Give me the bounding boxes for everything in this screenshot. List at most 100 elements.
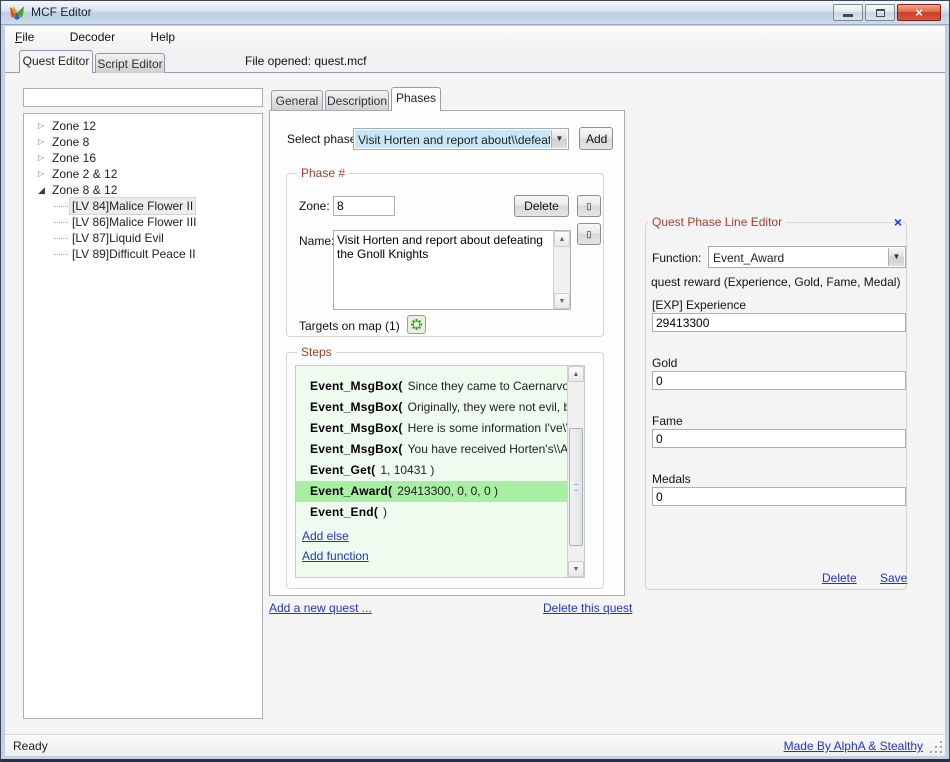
steps-list[interactable]: Event_MsgBox(Since they came to Caernarv… bbox=[295, 365, 585, 578]
scroll-up-icon[interactable]: ▲ bbox=[554, 231, 570, 247]
delete-phase-button[interactable]: Delete bbox=[514, 195, 569, 217]
tree-node-zone[interactable]: ▷ Zone 8 bbox=[24, 134, 262, 150]
minimize-button[interactable] bbox=[833, 4, 863, 21]
app-icon bbox=[9, 5, 25, 21]
fame-input[interactable] bbox=[652, 429, 906, 448]
tree-node-quest[interactable]: [LV 89]Difficult Peace II bbox=[24, 246, 262, 262]
tree-connector bbox=[54, 222, 68, 223]
maximize-button[interactable] bbox=[865, 4, 895, 21]
tree-node-quest[interactable]: [LV 86]Malice Flower III bbox=[24, 214, 262, 230]
scrollbar-thumb[interactable] bbox=[569, 428, 583, 546]
menu-file[interactable]: File bbox=[5, 26, 44, 47]
gold-input[interactable] bbox=[652, 371, 906, 390]
tab-phases[interactable]: Phases bbox=[391, 87, 441, 111]
step-row[interactable]: Event_MsgBox(Here is some information I'… bbox=[296, 418, 568, 439]
tree-node-zone[interactable]: ▷ Zone 2 & 12 bbox=[24, 166, 262, 182]
line-delete-link[interactable]: Delete bbox=[822, 571, 857, 585]
select-phase-combobox[interactable]: Visit Horten and report about\\defeating… bbox=[353, 128, 569, 150]
select-phase-label: Select phase: bbox=[287, 132, 360, 146]
expanded-arrow-icon[interactable]: ◢ bbox=[38, 182, 50, 198]
step-row[interactable]: Event_MsgBox(Originally, they were not e… bbox=[296, 397, 568, 418]
scroll-down-icon[interactable]: ▼ bbox=[554, 293, 570, 309]
medals-label: Medals bbox=[652, 472, 691, 486]
menu-help[interactable]: Help bbox=[140, 26, 185, 47]
editor-close-icon[interactable]: × bbox=[894, 215, 902, 229]
menu-bar: File Decoder Help bbox=[5, 26, 945, 48]
close-icon: × bbox=[915, 6, 923, 19]
quest-phase-line-editor: Quest Phase Line Editor × Function: Even… bbox=[645, 222, 907, 590]
tree-node-label[interactable]: [LV 86]Malice Flower III bbox=[72, 214, 197, 230]
phase-groupbox-title: Phase # bbox=[297, 166, 349, 180]
experience-input[interactable] bbox=[652, 313, 906, 332]
collapsed-arrow-icon[interactable]: ▷ bbox=[38, 134, 50, 150]
function-value[interactable]: Event_Award bbox=[710, 248, 887, 266]
line-editor-title: Quest Phase Line Editor bbox=[648, 215, 786, 229]
targets-on-map-label: Targets on map (1) bbox=[299, 319, 400, 333]
collapsed-arrow-icon[interactable]: ▷ bbox=[38, 118, 50, 134]
tree-node-label[interactable]: [LV 84]Malice Flower II bbox=[70, 198, 195, 214]
tree-node-label[interactable]: Zone 12 bbox=[52, 118, 96, 134]
resize-grip-icon[interactable] bbox=[930, 741, 942, 753]
tree-node-zone[interactable]: ▷ Zone 16 bbox=[24, 150, 262, 166]
close-button[interactable]: × bbox=[897, 4, 941, 21]
tree-node-quest[interactable]: [LV 84]Malice Flower II bbox=[24, 198, 262, 214]
window-title: MCF Editor bbox=[31, 5, 92, 19]
tab-quest-editor[interactable]: Quest Editor bbox=[19, 50, 93, 73]
tree-node-label[interactable]: Zone 8 & 12 bbox=[52, 182, 117, 198]
phases-panel: Select phase: Visit Horten and report ab… bbox=[269, 110, 625, 596]
tab-general[interactable]: General bbox=[271, 90, 323, 111]
app-window: MCF Editor × File Decoder Help Quest Edi… bbox=[0, 0, 950, 762]
add-function-link[interactable]: Add function bbox=[302, 549, 369, 563]
tab-description[interactable]: Description bbox=[325, 90, 389, 111]
steps-groupbox-title: Steps bbox=[297, 345, 336, 359]
select-phase-value[interactable]: Visit Horten and report about\\defeating bbox=[355, 130, 550, 148]
step-row[interactable]: Event_Get(1, 10431 ) bbox=[296, 460, 568, 481]
function-combobox[interactable]: Event_Award ▼ bbox=[708, 246, 906, 268]
tree-connector bbox=[54, 254, 68, 255]
tree-node-label[interactable]: [LV 87]Liquid Evil bbox=[72, 230, 164, 246]
name-field[interactable]: Visit Horten and report about defeating … bbox=[333, 230, 571, 310]
tree-node-label[interactable]: Zone 8 bbox=[52, 134, 89, 150]
tree-node-quest[interactable]: [LV 87]Liquid Evil bbox=[24, 230, 262, 246]
name-textarea[interactable]: Visit Horten and report about defeating … bbox=[334, 231, 553, 309]
name-scrollbar[interactable]: ▲ ▼ bbox=[553, 231, 570, 309]
add-phase-button[interactable]: Add bbox=[579, 127, 613, 150]
targets-on-map-button[interactable] bbox=[407, 315, 426, 334]
step-row[interactable]: Event_MsgBox(Since they came to Caernarv… bbox=[296, 376, 568, 397]
tree-node-label[interactable]: Zone 16 bbox=[52, 150, 96, 166]
tab-script-editor[interactable]: Script Editor bbox=[95, 53, 165, 73]
quest-search-input[interactable] bbox=[23, 88, 263, 107]
tree-node-label[interactable]: Zone 2 & 12 bbox=[52, 166, 117, 182]
step-row[interactable]: Event_End() bbox=[296, 502, 568, 523]
main-tabstrip: Quest Editor Script Editor File opened: … bbox=[5, 48, 945, 73]
chevron-down-icon[interactable]: ▼ bbox=[888, 248, 904, 266]
steps-scrollbar[interactable]: ▲ ▼ bbox=[567, 366, 584, 577]
quest-tree[interactable]: ▷ Zone 12 ▷ Zone 8 ▷ Zone 16 ▷ Zone 2 & … bbox=[23, 113, 263, 719]
menu-decoder[interactable]: Decoder bbox=[60, 26, 125, 47]
maximize-icon bbox=[876, 9, 885, 17]
tree-node-zone[interactable]: ▷ Zone 12 bbox=[24, 118, 262, 134]
line-save-link[interactable]: Save bbox=[880, 571, 907, 585]
scroll-down-icon[interactable]: ▼ bbox=[568, 561, 584, 577]
tree-connector bbox=[54, 206, 68, 207]
collapsed-arrow-icon[interactable]: ▷ bbox=[38, 166, 50, 182]
step-row-selected[interactable]: Event_Award(29413300, 0, 0, 0 ) bbox=[296, 481, 568, 502]
delete-this-quest-link[interactable]: Delete this quest bbox=[543, 601, 632, 615]
medals-input[interactable] bbox=[652, 487, 906, 506]
gold-label: Gold bbox=[652, 356, 677, 370]
zone-input[interactable] bbox=[333, 196, 395, 216]
fame-label: Fame bbox=[652, 414, 683, 428]
tree-node-label[interactable]: [LV 89]Difficult Peace II bbox=[72, 246, 196, 262]
step-row[interactable]: Event_MsgBox(You have received Horten's\… bbox=[296, 439, 568, 460]
move-down-button[interactable]: ▯ bbox=[577, 223, 601, 245]
add-else-link[interactable]: Add else bbox=[302, 529, 349, 543]
chevron-down-icon[interactable]: ▼ bbox=[551, 130, 567, 148]
scroll-up-icon[interactable]: ▲ bbox=[568, 366, 584, 382]
add-new-quest-link[interactable]: Add a new quest ... bbox=[269, 601, 372, 615]
tree-connector bbox=[54, 238, 68, 239]
move-up-button[interactable]: ▯ bbox=[577, 195, 601, 217]
tree-node-zone-expanded[interactable]: ◢ Zone 8 & 12 bbox=[24, 182, 262, 198]
credits-link[interactable]: Made By AlphA & Stealthy bbox=[784, 739, 923, 753]
title-bar[interactable]: MCF Editor × bbox=[1, 1, 949, 25]
collapsed-arrow-icon[interactable]: ▷ bbox=[38, 150, 50, 166]
